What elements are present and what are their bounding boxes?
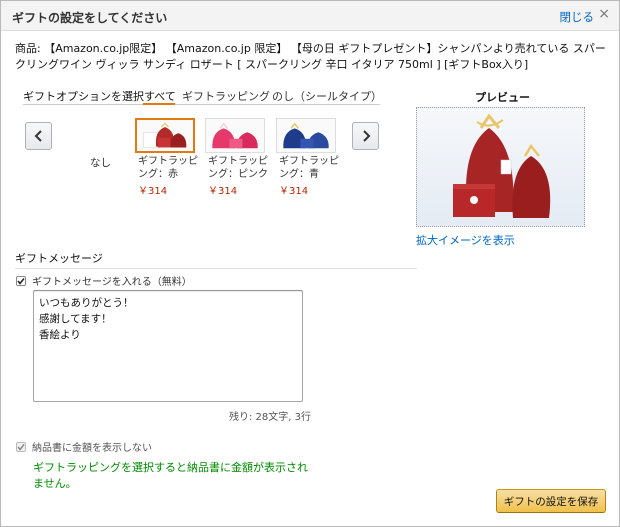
no-wrapping-option[interactable]: なし <box>90 155 111 170</box>
include-message-row: ギフトメッセージを入れる（無料） <box>16 273 192 288</box>
hide-price-label: 納品書に金額を表示しない <box>32 443 152 454</box>
message-character-counter: 残り: 28文字, 3行 <box>229 412 311 423</box>
hide-price-row: 納品書に金額を表示しない <box>16 439 152 454</box>
checkmark-icon <box>17 277 25 285</box>
wrapping-red-price: ￥314 <box>138 186 168 197</box>
preview-title: プレビュー <box>475 91 530 104</box>
dialog-title: ギフトの設定をしてください <box>12 11 168 25</box>
tab-all[interactable]: すべて <box>144 88 176 104</box>
gift-message-heading: ギフトメッセージ <box>15 252 103 265</box>
chevron-right-icon <box>362 130 370 142</box>
carousel-prev-button[interactable] <box>25 122 52 150</box>
tab-divider <box>23 104 380 105</box>
active-tab-indicator <box>143 103 175 105</box>
view-larger-image-link[interactable]: 拡大イメージを表示 <box>416 232 515 248</box>
include-message-label: ギフトメッセージを入れる（無料） <box>32 277 192 288</box>
wrapping-red-thumbnail <box>135 118 195 153</box>
tab-gift-wrapping[interactable]: ギフトラッピング <box>182 88 270 104</box>
wrapping-pink-thumbnail <box>205 118 265 153</box>
include-message-checkbox[interactable] <box>16 275 26 286</box>
save-gift-settings-button[interactable]: ギフトの設定を保存 <box>496 489 606 513</box>
carousel-next-button[interactable] <box>352 122 379 150</box>
gift-message-divider <box>15 268 417 269</box>
gift-settings-dialog: ギフトの設定をしてください 閉じる × 商品: 【Amazon.co.jp限定】… <box>0 0 620 527</box>
wrapping-pink-name: ギフトラッピング：ピンク <box>208 156 268 180</box>
close-link[interactable]: 閉じる <box>560 9 595 25</box>
wrapping-blue-price: ￥314 <box>279 186 309 197</box>
wrapping-pink-price: ￥314 <box>208 186 238 197</box>
dialog-header: ギフトの設定をしてください 閉じる × <box>1 1 619 31</box>
gift-message-input[interactable]: いつもありがとう！ 感謝してます！ 香絵より <box>33 290 303 402</box>
gift-preview-image <box>416 107 585 227</box>
wrapping-blue-thumbnail <box>276 118 336 153</box>
tab-noshi-sticker[interactable]: のし（シールタイプ） <box>272 88 382 104</box>
wrapping-red-name: ギフトラッピング：赤 <box>138 156 198 180</box>
gift-option-label: ギフトオプションを選択 <box>23 90 144 103</box>
wrapping-price-notice: ギフトラッピングを選択すると納品書に金額が表示されません。 <box>33 461 308 490</box>
checkmark-icon <box>17 443 25 451</box>
product-description: 商品: 【Amazon.co.jp限定】 【Amazon.co.jp 限定】 【… <box>15 42 606 71</box>
hide-price-checkbox[interactable] <box>16 441 26 452</box>
close-icon[interactable]: × <box>598 6 610 22</box>
chevron-left-icon <box>34 130 42 142</box>
wrapping-blue-name: ギフトラッピング：青 <box>279 156 339 180</box>
